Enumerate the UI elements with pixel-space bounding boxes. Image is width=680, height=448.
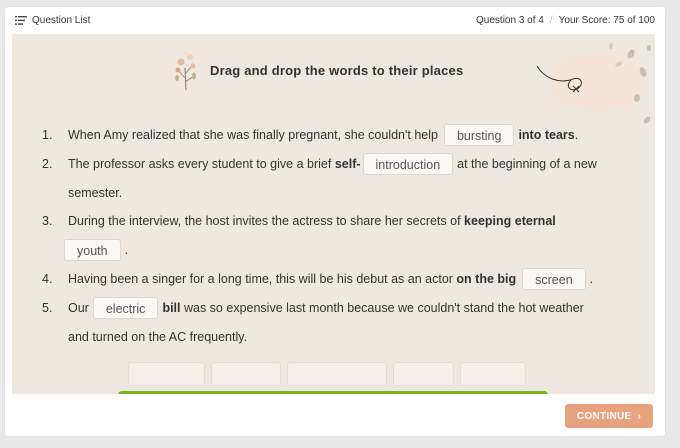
question-list-button[interactable]: Question List xyxy=(15,15,90,26)
question-counter: Question 3 of 4 xyxy=(476,15,544,26)
question-bold-text: on the big xyxy=(456,272,517,286)
question-bold-text: keeping eternal xyxy=(464,214,556,228)
answer-chip-introduction[interactable]: introduction xyxy=(362,153,454,175)
question-list-label: Question List xyxy=(32,15,91,26)
question-text: The professor asks every student to give… xyxy=(68,157,332,171)
top-bar: Question List Question 3 of 4 / Your Sco… xyxy=(5,7,665,33)
quiz-window: Question List Question 3 of 4 / Your Sco… xyxy=(5,7,665,436)
question-text: . xyxy=(574,128,579,142)
question-number: 1. xyxy=(42,128,53,142)
question-3: 3. During the interview, the host invite… xyxy=(42,208,556,234)
feedback-bar xyxy=(118,391,548,394)
answer-chip-screen[interactable]: screen xyxy=(522,268,586,290)
question-text: was so expensive last month because we c… xyxy=(183,301,584,315)
question-number: 3. xyxy=(42,214,53,228)
question-number: 2. xyxy=(42,157,53,171)
question-4: 4. Having been a singer for a long time,… xyxy=(42,266,593,292)
answer-chip-youth[interactable]: youth xyxy=(64,239,121,261)
chevron-right-icon: › xyxy=(637,410,642,422)
score-text: Your Score: 75 of 100 xyxy=(558,15,655,26)
question-text: During the interview, the host invites t… xyxy=(68,214,461,228)
question-text: Our xyxy=(68,301,89,315)
question-2: 2. The professor asks every student to g… xyxy=(42,151,597,177)
question-text: . xyxy=(589,272,594,286)
question-bold-text: self- xyxy=(334,157,361,171)
answer-chip-electric[interactable]: electric xyxy=(92,297,159,319)
word-bank xyxy=(128,362,526,386)
continue-button[interactable]: CONTINUE › xyxy=(565,404,653,428)
question-text: and turned on the AC frequently. xyxy=(68,330,248,344)
empty-word-slot[interactable] xyxy=(128,362,205,386)
question-5: 5. Our electric bill was so expensive la… xyxy=(42,295,584,321)
quiz-area: Drag and drop the words to their places … xyxy=(12,34,655,394)
separator: / xyxy=(549,15,553,26)
question-text: Having been a singer for a long time, th… xyxy=(68,272,453,286)
empty-word-slot[interactable] xyxy=(393,362,454,386)
answer-chip-bursting[interactable]: bursting xyxy=(443,124,515,146)
quiz-header: Drag and drop the words to their places xyxy=(172,48,463,92)
question-5-continuation: and turned on the AC frequently. xyxy=(42,324,247,350)
question-3-continuation: youth. xyxy=(42,237,128,263)
question-number: 4. xyxy=(42,272,53,286)
question-text: semester. xyxy=(68,186,123,200)
question-info: Question 3 of 4 / Your Score: 75 of 100 xyxy=(476,15,655,26)
question-2-continuation: semester. xyxy=(42,180,122,206)
list-icon xyxy=(15,16,27,25)
question-bold-text: into tears xyxy=(518,128,575,142)
question-text: When Amy realized that she was finally p… xyxy=(68,128,438,142)
empty-word-slot[interactable] xyxy=(287,362,387,386)
question-text: . xyxy=(124,243,129,257)
empty-word-slot[interactable] xyxy=(211,362,281,386)
quiz-title: Drag and drop the words to their places xyxy=(210,62,464,78)
question-1: 1. When Amy realized that she was finall… xyxy=(42,122,578,148)
question-text: at the beginning of a new xyxy=(457,157,597,171)
continue-label: CONTINUE xyxy=(576,410,632,422)
empty-word-slot[interactable] xyxy=(460,362,526,386)
question-number: 5. xyxy=(42,301,53,315)
question-bold-text: bill xyxy=(162,301,181,315)
flower-bouquet-icon xyxy=(175,51,196,91)
